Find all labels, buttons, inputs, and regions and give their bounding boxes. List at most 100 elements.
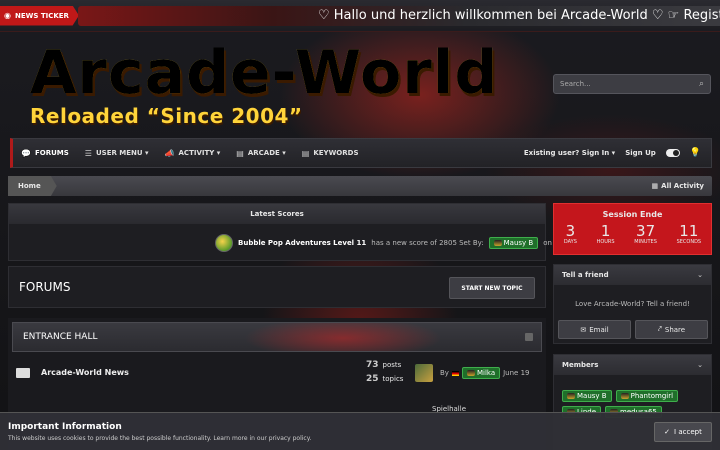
- share-icon: ⤤: [657, 325, 662, 333]
- search-icon[interactable]: ⌕: [699, 79, 704, 89]
- session-countdown: Session Ende 3 DAYS 1 HOURS 37 MINUTES 11 SE…: [553, 203, 712, 255]
- days-label: DAYS: [563, 239, 577, 245]
- chat-bubbles-icon: 💬: [21, 148, 31, 158]
- news-ticker-label: ◉ NEWS TICKER: [0, 5, 79, 26]
- site-logo[interactable]: Arcade-World Reloaded “Since 2004”: [30, 42, 498, 128]
- nav-forums-label: FORUMS: [34, 149, 69, 157]
- logo-title: Arcade-World: [30, 38, 499, 108]
- sign-in-link[interactable]: Existing user? Sign In ▾: [524, 149, 615, 157]
- list-icon: ☰: [84, 148, 92, 158]
- game-title[interactable]: Bubble Pop Adventures Level 11: [238, 239, 366, 247]
- tell-a-friend-widget: Tell a friend ⌄ Love Arcade-World? Tell …: [553, 264, 712, 344]
- ticker-message[interactable]: ♡ Hallo und herzlich willkommen bei Arca…: [318, 8, 720, 23]
- user-avatar-icon: [567, 393, 575, 399]
- envelope-icon: ✉: [580, 325, 587, 334]
- nav-arcade-label: ARCADE ▾: [247, 149, 286, 157]
- email-button[interactable]: ✉ Email: [558, 320, 631, 339]
- countdown-minutes: 37: [636, 222, 656, 240]
- last-post-date: June 19: [503, 369, 530, 377]
- nav-arcade[interactable]: ▤ ARCADE ▾: [228, 149, 293, 158]
- search-box[interactable]: ⌕: [553, 74, 711, 94]
- user-chip[interactable]: Mausy B: [488, 237, 539, 249]
- minutes-label: MINUTES: [634, 239, 657, 245]
- all-activity-link[interactable]: ▦ All Activity: [652, 182, 712, 190]
- user-avatar-icon: [493, 240, 502, 246]
- chevron-down-icon[interactable]: ⌄: [697, 265, 703, 285]
- theme-toggle[interactable]: [665, 149, 680, 157]
- nav-user-menu-label: USER MENU ▾: [95, 149, 149, 157]
- check-icon: ✓: [664, 428, 671, 436]
- document-icon: ▤: [236, 148, 244, 158]
- member-name: Phantomgirl: [630, 392, 674, 400]
- forums-title: FORUMS: [19, 280, 71, 294]
- forum-row: Arcade-World News 73 posts 25 topics By Mi…: [12, 358, 542, 398]
- email-label: Email: [589, 325, 609, 334]
- cookie-notice: Important Information This website uses …: [0, 412, 720, 450]
- posts-label: posts: [382, 361, 402, 369]
- forum-read-icon: [16, 368, 30, 378]
- lightbulb-icon[interactable]: 💡: [690, 148, 701, 158]
- main-navigation: 💬 FORUMS ☰ USER MENU ▾ 📣 ACTIVITY ▾ ▤ AR…: [10, 138, 712, 168]
- nav-keywords[interactable]: ▤ KEYWORDS: [294, 149, 367, 158]
- forum-name[interactable]: Arcade-World News: [41, 368, 129, 377]
- user-avatar-icon: [620, 393, 629, 399]
- game-thumbnail[interactable]: [215, 234, 233, 252]
- countdown-hours: 1: [600, 222, 611, 240]
- sign-up-link[interactable]: Sign Up: [625, 149, 656, 157]
- last-poster-avatar[interactable]: [415, 364, 433, 382]
- start-new-topic-button[interactable]: START NEW TOPIC: [449, 277, 535, 299]
- tell-a-friend-title: Tell a friend: [562, 271, 609, 279]
- cookie-text: This website uses cookies to provide the…: [8, 435, 312, 442]
- latest-scores-panel: Latest Scores Bubble Pop Adventures Leve…: [8, 203, 570, 261]
- accept-label: I accept: [674, 428, 702, 436]
- user-links: Existing user? Sign In ▾ Sign Up 💡: [524, 148, 711, 158]
- share-label: Share: [664, 325, 686, 334]
- post-count: 73: [366, 360, 379, 370]
- latest-score-row: Bubble Pop Adventures Level 11 has a new…: [215, 234, 570, 252]
- last-poster-chip[interactable]: Milka: [461, 367, 501, 379]
- members-title: Members: [562, 361, 599, 369]
- member-name: Mausy B: [577, 392, 607, 400]
- news-ticker: ◉ NEWS TICKER ♡ Hallo und herzlich willk…: [0, 0, 720, 32]
- document-icon: ▤: [301, 148, 310, 158]
- countdown-seconds: 11: [679, 222, 699, 240]
- breadcrumb-home[interactable]: Home: [8, 176, 57, 196]
- breadcrumb: Home ▦ All Activity: [8, 176, 712, 196]
- search-input[interactable]: [560, 80, 699, 88]
- countdown-days: 3: [565, 222, 576, 240]
- all-activity-label: All Activity: [661, 182, 704, 190]
- member-chip[interactable]: Phantomgirl: [615, 390, 679, 402]
- share-button[interactable]: ⤤ Share: [635, 320, 708, 339]
- activity-icon: ▦: [651, 182, 659, 190]
- chevron-down-icon[interactable]: ⌄: [697, 355, 703, 375]
- last-poster-name: Milka: [476, 369, 496, 377]
- nav-activity-label: ACTIVITY ▾: [178, 149, 221, 157]
- category-title[interactable]: ENTRANCE HALL: [23, 332, 97, 342]
- user-name: Mausy B: [503, 239, 534, 247]
- tell-a-friend-header: Tell a friend ⌄: [554, 265, 711, 285]
- news-ticker-title: NEWS TICKER: [14, 11, 69, 20]
- share-buttons: ✉ Email ⤤ Share: [558, 320, 708, 339]
- topics-label: topics: [382, 375, 404, 383]
- category-header: ENTRANCE HALL: [12, 322, 542, 352]
- nav-forums[interactable]: 💬 FORUMS: [13, 149, 77, 158]
- rss-icon: ◉: [4, 11, 11, 20]
- cookie-title: Important Information: [8, 422, 122, 432]
- nav-user-menu[interactable]: ☰ USER MENU ▾: [77, 149, 157, 158]
- german-flag-icon: [451, 370, 459, 376]
- session-title: Session Ende: [602, 210, 663, 219]
- members-header: Members ⌄: [554, 355, 711, 375]
- logo-subtitle: Reloaded “Since 2004”: [30, 104, 303, 128]
- member-chip[interactable]: Mausy B: [562, 390, 612, 402]
- nav-activity[interactable]: 📣 ACTIVITY ▾: [157, 149, 229, 158]
- latest-scores-title: Latest Scores: [9, 204, 545, 224]
- topic-count: 25: [366, 374, 379, 384]
- accept-cookies-button[interactable]: ✓ I accept: [654, 422, 712, 442]
- by-label: By: [440, 369, 449, 377]
- user-avatar-icon: [466, 370, 475, 376]
- seconds-label: SECONDS: [676, 239, 702, 245]
- forum-stats: 73 posts 25 topics: [366, 360, 403, 388]
- forums-header: FORUMS START NEW TOPIC: [8, 266, 546, 308]
- collapse-icon[interactable]: [525, 333, 533, 341]
- hours-label: HOURS: [596, 239, 615, 245]
